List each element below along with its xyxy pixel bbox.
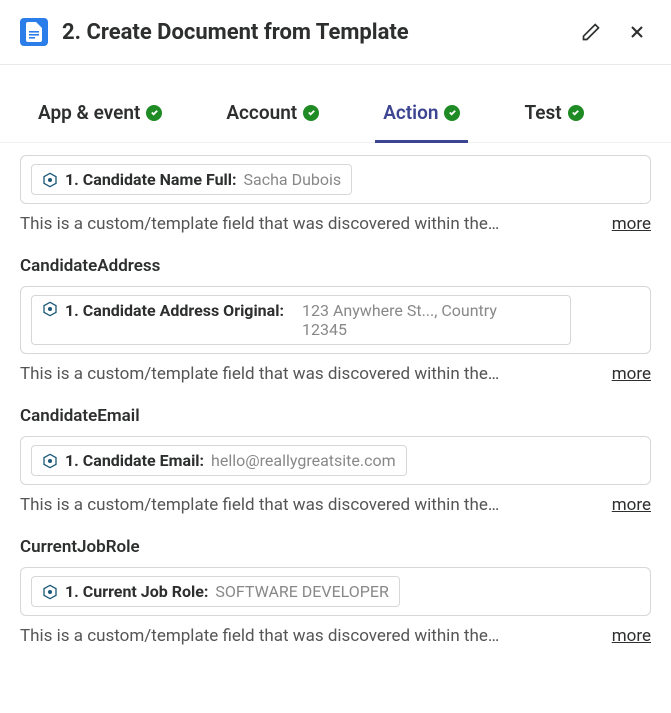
help-text: This is a custom/template field that was… xyxy=(20,364,592,384)
pill-value: 123 Anywhere St..., Country 12345 xyxy=(302,301,532,339)
google-docs-icon xyxy=(20,18,48,46)
tab-label: Action xyxy=(383,101,438,124)
field-label: CurrentJobRole xyxy=(20,537,651,557)
tab-app-event[interactable]: App & event xyxy=(30,87,170,143)
check-icon xyxy=(146,105,162,121)
tab-label: App & event xyxy=(38,101,140,124)
check-icon xyxy=(303,105,319,121)
tabs: App & event Account Action Test xyxy=(0,87,671,143)
mapped-value-pill[interactable]: 1. Candidate Name Full: Sacha Dubois xyxy=(31,164,352,195)
help-row: This is a custom/template field that was… xyxy=(20,495,651,515)
source-app-icon xyxy=(42,301,58,317)
tab-action[interactable]: Action xyxy=(375,87,468,143)
field-input[interactable]: 1. Current Job Role: SOFTWARE DEVELOPER xyxy=(20,567,651,616)
mapped-value-pill[interactable]: 1. Candidate Email: hello@reallygreatsit… xyxy=(31,445,407,476)
more-link[interactable]: more xyxy=(612,495,651,515)
tab-account[interactable]: Account xyxy=(218,87,327,143)
tab-test[interactable]: Test xyxy=(516,87,591,143)
check-icon xyxy=(568,105,584,121)
tab-label: Test xyxy=(524,101,561,124)
pill-value: hello@reallygreatsite.com xyxy=(211,451,396,470)
close-icon xyxy=(627,22,647,42)
more-link[interactable]: more xyxy=(612,364,651,384)
form-content: 1. Candidate Name Full: Sacha Dubois Thi… xyxy=(0,143,671,666)
edit-button[interactable] xyxy=(577,18,605,46)
help-text: This is a custom/template field that was… xyxy=(20,626,592,646)
header-actions xyxy=(577,18,651,46)
field-candidate-email: CandidateEmail 1. Candidate Email: hello… xyxy=(20,406,651,515)
more-link[interactable]: more xyxy=(612,626,651,646)
field-label: CandidateAddress xyxy=(20,256,651,276)
pencil-icon xyxy=(581,22,601,42)
mapped-value-pill[interactable]: 1. Candidate Address Original: 123 Anywh… xyxy=(31,295,571,345)
field-input[interactable]: 1. Candidate Name Full: Sacha Dubois xyxy=(20,155,651,204)
source-app-icon xyxy=(42,172,58,188)
field-input[interactable]: 1. Candidate Email: hello@reallygreatsit… xyxy=(20,436,651,485)
step-title: 2. Create Document from Template xyxy=(62,20,563,45)
field-current-job-role: CurrentJobRole 1. Current Job Role: SOFT… xyxy=(20,537,651,646)
help-text: This is a custom/template field that was… xyxy=(20,214,592,234)
field-label: CandidateEmail xyxy=(20,406,651,426)
tab-label: Account xyxy=(226,101,297,124)
more-link[interactable]: more xyxy=(612,214,651,234)
pill-value: Sacha Dubois xyxy=(244,170,342,189)
close-button[interactable] xyxy=(623,18,651,46)
mapped-value-pill[interactable]: 1. Current Job Role: SOFTWARE DEVELOPER xyxy=(31,576,400,607)
pill-label: 1. Candidate Address Original: xyxy=(65,301,295,320)
help-row: This is a custom/template field that was… xyxy=(20,626,651,646)
source-app-icon xyxy=(42,584,58,600)
help-text: This is a custom/template field that was… xyxy=(20,495,592,515)
pill-label: 1. Candidate Name Full: xyxy=(65,170,237,189)
step-header: 2. Create Document from Template xyxy=(0,0,671,65)
source-app-icon xyxy=(42,453,58,469)
field-candidate-name: 1. Candidate Name Full: Sacha Dubois Thi… xyxy=(20,155,651,234)
field-candidate-address: CandidateAddress 1. Candidate Address Or… xyxy=(20,256,651,384)
pill-value: SOFTWARE DEVELOPER xyxy=(215,582,388,601)
pill-label: 1. Candidate Email: xyxy=(65,451,204,470)
help-row: This is a custom/template field that was… xyxy=(20,214,651,234)
help-row: This is a custom/template field that was… xyxy=(20,364,651,384)
pill-label: 1. Current Job Role: xyxy=(65,582,208,601)
check-icon xyxy=(444,105,460,121)
field-input[interactable]: 1. Candidate Address Original: 123 Anywh… xyxy=(20,286,651,354)
